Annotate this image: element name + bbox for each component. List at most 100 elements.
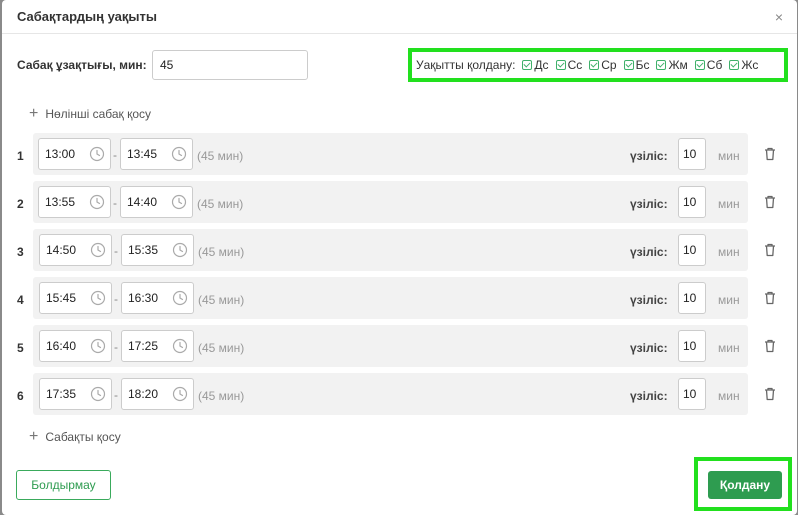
day-checkbox-2[interactable]: Ср [589,58,617,72]
start-time-input[interactable]: 13:00 [38,138,111,170]
day-checkbox-5[interactable]: Сб [694,58,722,72]
lesson-row: 1 13:00 -13:45 (45 мин) үзіліс: 10 мин [12,132,787,180]
day-checkboxes: Дс Сс Ср Бс Жм Сб Жс [522,58,765,72]
end-time-value: 16:30 [128,291,159,305]
clock-icon[interactable] [90,338,106,354]
lesson-duration: (45 мин) [198,389,245,403]
lesson-row: 6 17:35 -18:20 (45 мин) үзіліс: 10 мин [12,372,787,420]
close-icon[interactable]: × [771,9,787,25]
break-unit: мин [718,149,740,163]
start-time-input[interactable]: 15:45 [39,282,112,314]
lesson-row: 4 15:45 -16:30 (45 мин) үзіліс: 10 мин [12,276,787,324]
day-label: Ср [601,58,617,72]
time-separator: - [113,196,117,210]
day-label: Жм [668,58,688,72]
end-time-input[interactable]: 17:25 [121,330,194,362]
trash-icon[interactable] [762,386,778,402]
break-input[interactable]: 10 [678,186,706,218]
lesson-duration: (45 мин) [198,341,245,355]
time-separator: - [114,244,118,258]
checkbox-checked-icon[interactable] [656,60,667,70]
add-zero-lesson-label: Нөлінші сабақ қосу [45,107,152,121]
dialog-header: Сабақтардың уақыты × [2,0,797,34]
end-time-input[interactable]: 18:20 [121,378,194,410]
start-time-input[interactable]: 13:55 [38,186,111,218]
dialog-title: Сабақтардың уақыты [17,9,157,24]
lesson-row: 5 16:40 -17:25 (45 мин) үзіліс: 10 мин [12,324,787,372]
end-time-input[interactable]: 14:40 [120,186,193,218]
break-label: үзіліс: [630,389,668,403]
day-checkbox-0[interactable]: Дс [522,58,549,72]
break-input[interactable]: 10 [678,234,706,266]
trash-icon[interactable] [762,242,778,258]
start-time-value: 17:35 [46,387,77,401]
trash-icon[interactable] [762,194,778,210]
clock-icon[interactable] [172,386,188,402]
trash-icon[interactable] [762,338,778,354]
cancel-button[interactable]: Болдырмау [16,470,111,500]
clock-icon[interactable] [171,194,187,210]
end-time-value: 18:20 [128,387,159,401]
clock-icon[interactable] [90,290,106,306]
apply-button-highlight: Қолдану [694,457,792,511]
trash-icon[interactable] [762,146,778,162]
lesson-number: 5 [17,341,24,355]
break-unit: мин [718,389,740,403]
plus-icon: + [29,105,39,122]
lesson-number: 2 [17,197,24,211]
clock-icon[interactable] [172,338,188,354]
end-time-input[interactable]: 13:45 [120,138,193,170]
duration-label: Сабақ ұзақтығы, мин: [17,58,147,72]
clock-icon[interactable] [90,242,106,258]
lesson-duration: (45 мин) [198,293,245,307]
lesson-list: 1 13:00-13:45 (45 мин) үзіліс: 10 мин 2 13:55-1… [12,132,787,420]
clock-icon[interactable] [89,194,105,210]
trash-icon[interactable] [762,290,778,306]
clock-icon[interactable] [90,386,106,402]
lesson-duration: (45 мин) [197,149,244,163]
day-checkbox-3[interactable]: Бс [623,58,649,72]
start-time-input[interactable]: 16:40 [39,330,112,362]
duration-input[interactable]: 45 [152,50,308,80]
checkbox-checked-icon[interactable] [623,60,634,70]
checkbox-checked-icon[interactable] [555,60,566,70]
lesson-number: 1 [17,149,24,163]
break-unit: мин [718,245,740,259]
checkbox-checked-icon[interactable] [694,60,705,70]
checkbox-checked-icon[interactable] [522,60,533,70]
time-separator: - [113,148,117,162]
break-input[interactable]: 10 [678,138,706,170]
lesson-number: 3 [17,245,24,259]
add-lesson-button[interactable]: + Сабақты қосу [29,429,121,445]
end-time-value: 14:40 [127,195,158,209]
break-input[interactable]: 10 [678,282,706,314]
lesson-row: 3 14:50 -15:35 (45 мин) үзіліс: 10 мин [12,228,787,276]
clock-icon[interactable] [89,146,105,162]
lesson-number: 6 [17,389,24,403]
day-checkbox-1[interactable]: Сс [555,58,582,72]
start-time-value: 16:40 [46,339,77,353]
start-time-input[interactable]: 17:35 [39,378,112,410]
break-input[interactable]: 10 [678,330,706,362]
end-time-input[interactable]: 15:35 [121,234,194,266]
break-label: үзіліс: [630,293,668,307]
end-time-input[interactable]: 16:30 [121,282,194,314]
apply-button[interactable]: Қолдану [708,471,782,499]
clock-icon[interactable] [172,290,188,306]
day-checkbox-4[interactable]: Жм [656,58,688,72]
day-label: Дс [534,58,549,72]
checkbox-checked-icon[interactable] [729,60,740,70]
day-checkbox-6[interactable]: Жс [729,58,758,72]
break-label: үзіліс: [630,149,668,163]
checkbox-checked-icon[interactable] [589,60,600,70]
break-input[interactable]: 10 [678,378,706,410]
clock-icon[interactable] [171,146,187,162]
add-zero-lesson-button[interactable]: + Нөлінші сабақ қосу [29,105,152,122]
day-label: Жс [741,58,759,72]
break-unit: мин [718,197,740,211]
clock-icon[interactable] [172,242,188,258]
break-label: үзіліс: [630,197,668,211]
start-time-input[interactable]: 14:50 [39,234,112,266]
lesson-number: 4 [17,293,24,307]
apply-days-label: Уақытты қолдану: [416,58,516,72]
